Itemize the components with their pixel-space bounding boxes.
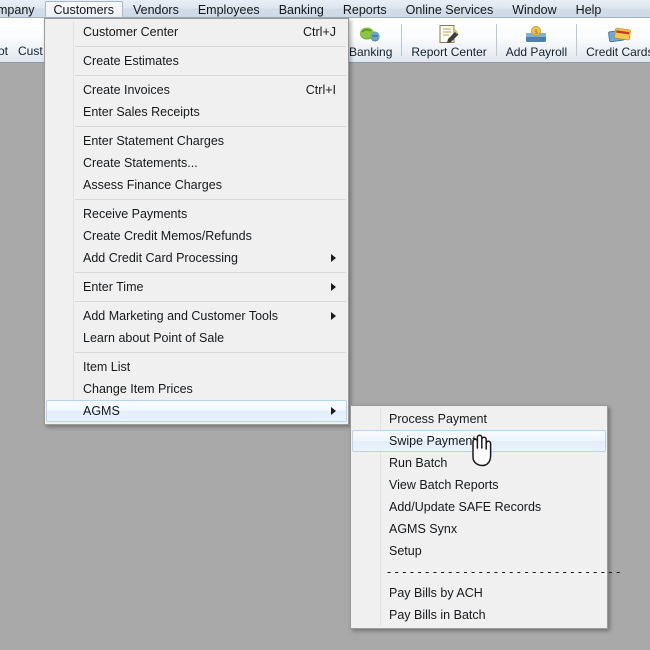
customers-dropdown-menu: Customer Center Ctrl+J Create Estimates Cre… xyxy=(44,18,349,425)
menu-item-label: Enter Sales Receipts xyxy=(83,105,200,119)
menu-item-label: AGMS Synx xyxy=(389,522,458,536)
menubar-item-online-services[interactable]: Online Services xyxy=(397,1,503,17)
menu-item-label: AGMS xyxy=(83,404,120,418)
toolbar-partial-label-customers: Cust xyxy=(18,44,43,58)
agms-submenu-item-swipe-payment[interactable]: Swipe Payment xyxy=(352,430,606,452)
chevron-right-icon xyxy=(331,312,336,320)
toolbar-partial-label-snapshot: ot xyxy=(0,44,9,58)
menu-separator xyxy=(75,272,346,273)
menubar-item-reports[interactable]: Reports xyxy=(334,1,396,17)
customers-menu-item-create-credit-memos-refunds[interactable]: Create Credit Memos/Refunds xyxy=(46,225,347,247)
customers-menu-item-agms[interactable]: AGMS xyxy=(46,400,347,422)
customers-menu-item-add-credit-card-processing[interactable]: Add Credit Card Processing xyxy=(46,247,347,269)
agms-submenu-item-add-update-safe-records[interactable]: Add/Update SAFE Records xyxy=(352,496,606,518)
toolbar-button-group: Banking Report Center $ Add Payroll Cred… xyxy=(340,18,650,62)
menu-item-label: Receive Payments xyxy=(83,207,188,221)
toolbar-button-label: Report Center xyxy=(411,45,487,59)
menu-item-label: Item List xyxy=(83,360,131,374)
agms-submenu-item-view-batch-reports[interactable]: View Batch Reports xyxy=(352,474,606,496)
agms-submenu-menu: Process Payment Swipe Payment Run Batch Vie… xyxy=(350,405,621,629)
menu-item-label: Add Credit Card Processing xyxy=(83,251,238,265)
toolbar-button-add-payroll[interactable]: $ Add Payroll xyxy=(497,18,576,62)
menubar-item-vendors[interactable]: Vendors xyxy=(124,1,188,17)
customers-menu-item-enter-sales-receipts[interactable]: Enter Sales Receipts xyxy=(46,101,347,123)
agms-submenu-item-run-batch[interactable]: Run Batch xyxy=(352,452,606,474)
menu-item-label: Enter Statement Charges xyxy=(83,134,225,148)
toolbar-button-report-center[interactable]: Report Center xyxy=(402,18,495,62)
agms-submenu-item-pay-bills-by-ach[interactable]: Pay Bills by ACH xyxy=(352,582,606,604)
customers-menu-item-create-invoices[interactable]: Create Invoices Ctrl+I xyxy=(46,79,347,101)
menu-separator xyxy=(75,126,346,127)
menu-item-label: View Batch Reports xyxy=(389,478,499,492)
menu-item-label: Process Payment xyxy=(389,412,487,426)
customers-menu-item-add-marketing-and-customer-tools[interactable]: Add Marketing and Customer Tools xyxy=(46,305,347,327)
menu-item-label: Add/Update SAFE Records xyxy=(389,500,542,514)
customers-menu-item-item-list[interactable]: Item List xyxy=(46,356,347,378)
menu-separator xyxy=(75,352,346,353)
agms-submenu-item-process-payment[interactable]: Process Payment xyxy=(352,408,606,430)
customers-menu-item-change-item-prices[interactable]: Change Item Prices xyxy=(46,378,347,400)
agms-submenu-item-agms-synx[interactable]: AGMS Synx xyxy=(352,518,606,540)
agms-submenu-item-pay-bills-in-batch[interactable]: Pay Bills in Batch xyxy=(352,604,606,626)
customers-menu-item-enter-time[interactable]: Enter Time xyxy=(46,276,347,298)
menu-item-shortcut: Ctrl+J xyxy=(303,25,336,39)
add-payroll-icon: $ xyxy=(523,24,549,45)
customers-menu-item-assess-finance-charges[interactable]: Assess Finance Charges xyxy=(46,174,347,196)
menubar-item-help[interactable]: Help xyxy=(567,1,611,17)
menu-item-label: Create Invoices xyxy=(83,83,170,97)
menu-item-label: Add Marketing and Customer Tools xyxy=(83,309,279,323)
menu-item-label: Learn about Point of Sale xyxy=(83,331,225,345)
banking-icon xyxy=(358,24,384,45)
customers-menu-item-enter-statement-charges[interactable]: Enter Statement Charges xyxy=(46,130,347,152)
menu-item-label: Customer Center xyxy=(83,25,179,39)
menu-separator xyxy=(75,46,346,47)
menu-item-label: Pay Bills in Batch xyxy=(389,608,486,622)
menu-item-label: Setup xyxy=(389,544,422,558)
menubar-item-customers[interactable]: Customers xyxy=(44,0,123,17)
menu-item-label: Assess Finance Charges xyxy=(83,178,222,192)
chevron-right-icon xyxy=(331,254,336,262)
customers-menu-item-create-estimates[interactable]: Create Estimates xyxy=(46,50,347,72)
menu-item-shortcut: Ctrl+I xyxy=(305,83,336,97)
toolbar-left-clipped-group: ot Cust xyxy=(0,18,48,62)
menu-item-label: Create Credit Memos/Refunds xyxy=(83,229,252,243)
toolbar-button-banking[interactable]: Banking xyxy=(340,18,401,62)
menubar-item-window[interactable]: Window xyxy=(503,1,565,17)
menu-item-label: Create Statements... xyxy=(83,156,198,170)
menu-item-label: Pay Bills by ACH xyxy=(389,586,483,600)
menu-separator xyxy=(75,199,346,200)
menu-bar: mpany Customers Vendors Employees Banking Rep… xyxy=(0,0,650,18)
agms-submenu-dashed-separator: - - - - - - - - - - - - - - - - - - - - … xyxy=(387,565,621,579)
menu-item-label: Create Estimates xyxy=(83,54,179,68)
menu-item-label: Swipe Payment xyxy=(389,434,476,448)
menubar-item-banking[interactable]: Banking xyxy=(270,1,333,17)
toolbar-button-credit-cards[interactable]: Credit Cards xyxy=(577,18,650,62)
report-center-icon xyxy=(436,24,462,45)
menubar-item-mpany[interactable]: mpany xyxy=(0,1,44,17)
agms-submenu-item-setup[interactable]: Setup xyxy=(352,540,606,562)
toolbar-button-label: Add Payroll xyxy=(505,45,568,59)
menu-item-label: Change Item Prices xyxy=(83,382,193,396)
chevron-right-icon xyxy=(331,407,336,415)
menu-item-label: Run Batch xyxy=(389,456,448,470)
menu-separator xyxy=(75,75,346,76)
menubar-item-employees[interactable]: Employees xyxy=(189,1,269,17)
customers-menu-item-receive-payments[interactable]: Receive Payments xyxy=(46,203,347,225)
chevron-right-icon xyxy=(331,283,336,291)
menu-separator xyxy=(75,301,346,302)
menu-item-label: Enter Time xyxy=(83,280,144,294)
toolbar-button-label: Banking xyxy=(349,45,393,59)
customers-menu-item-create-statements[interactable]: Create Statements... xyxy=(46,152,347,174)
credit-cards-icon xyxy=(607,24,633,45)
toolbar-button-label: Credit Cards xyxy=(586,45,650,59)
customers-menu-item-customer-center[interactable]: Customer Center Ctrl+J xyxy=(46,21,347,43)
customers-menu-item-learn-about-point-of-sale[interactable]: Learn about Point of Sale xyxy=(46,327,347,349)
